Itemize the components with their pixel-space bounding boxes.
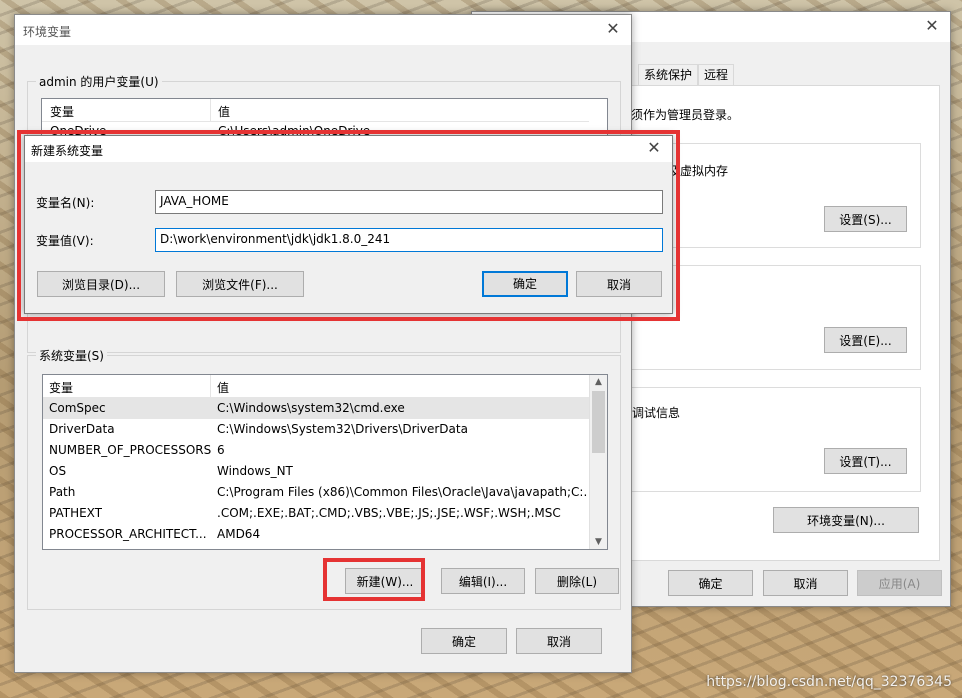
- column-name-header[interactable]: 变量: [49, 379, 73, 396]
- admin-note: 须作为管理员登录。: [631, 108, 740, 122]
- var-name: PROCESSOR_ARCHITECT...: [49, 527, 207, 541]
- var-name: ComSpec: [49, 401, 106, 415]
- ok-button[interactable]: 确定: [421, 628, 507, 654]
- column-value-header[interactable]: 值: [217, 379, 229, 396]
- column-name-header[interactable]: 变量: [50, 103, 74, 120]
- user-profiles-settings-button[interactable]: 设置(E)...: [824, 327, 907, 353]
- var-name: Path: [49, 485, 76, 499]
- apply-button[interactable]: 应用(A): [857, 570, 942, 596]
- column-value-header[interactable]: 值: [218, 103, 230, 120]
- tab-remote[interactable]: 远程: [698, 64, 735, 87]
- var-value: C:\Windows\System32\Drivers\DriverData: [217, 422, 468, 436]
- environment-variables-window: 环境变量 ✕ admin 的用户变量(U) 变量 值 OneDrive C:\U…: [14, 14, 632, 673]
- table-row[interactable]: DriverData C:\Windows\System32\Drivers\D…: [43, 419, 589, 440]
- performance-settings-button[interactable]: 设置(S)...: [824, 206, 907, 232]
- cancel-button[interactable]: 取消: [763, 570, 848, 596]
- column-divider: [210, 99, 211, 121]
- var-value: Windows_NT: [217, 464, 293, 478]
- var-value: AMD64: [217, 527, 261, 541]
- user-variables-label: admin 的用户变量(U): [36, 73, 162, 90]
- var-value: C:\Windows\system32\cmd.exe: [217, 401, 405, 415]
- system-variables-label: 系统变量(S): [36, 347, 107, 364]
- var-name: NUMBER_OF_PROCESSORS: [49, 443, 212, 457]
- table-row[interactable]: OS Windows_NT: [43, 461, 589, 482]
- close-icon[interactable]: ✕: [603, 19, 623, 39]
- scroll-down-icon[interactable]: ▼: [590, 535, 607, 549]
- scroll-up-icon[interactable]: ▲: [590, 375, 607, 389]
- cancel-button[interactable]: 取消: [516, 628, 602, 654]
- close-icon[interactable]: ✕: [922, 16, 942, 36]
- scroll-thumb[interactable]: [592, 391, 605, 453]
- column-divider: [210, 375, 211, 397]
- var-name: OS: [49, 464, 67, 478]
- var-name: DriverData: [49, 422, 115, 436]
- new-button-highlight: [323, 558, 425, 601]
- table-row[interactable]: PROCESSOR_ARCHITECT... AMD64: [43, 524, 589, 545]
- table-row[interactable]: PATHEXT .COM;.EXE;.BAT;.CMD;.VBS;.VBE;.J…: [43, 503, 589, 524]
- watermark: https://blog.csdn.net/qq_32376345: [706, 674, 952, 690]
- list-header: 变量 值: [42, 99, 589, 122]
- delete-variable-button[interactable]: 删除(L): [535, 568, 619, 594]
- var-value: C:\Program Files (x86)\Common Files\Orac…: [217, 485, 587, 499]
- ok-button[interactable]: 确定: [668, 570, 753, 596]
- var-value: .COM;.EXE;.BAT;.CMD;.VBS;.VBE;.JS;.JSE;.…: [217, 506, 561, 520]
- debug-text: 调试信息: [632, 406, 681, 420]
- startup-settings-button[interactable]: 设置(T)...: [824, 448, 907, 474]
- var-value: 6: [217, 443, 225, 457]
- vertical-scrollbar[interactable]: ▲ ▼: [589, 375, 607, 549]
- titlebar: 环境变量 ✕: [15, 15, 631, 45]
- tab-system-protection[interactable]: 系统保护: [638, 64, 699, 87]
- window-title: 环境变量: [23, 25, 72, 39]
- list-header: 变量 值: [43, 375, 589, 398]
- table-row[interactable]: NUMBER_OF_PROCESSORS 6: [43, 440, 589, 461]
- edit-variable-button[interactable]: 编辑(I)...: [441, 568, 525, 594]
- table-row[interactable]: Path C:\Program Files (x86)\Common Files…: [43, 482, 589, 503]
- table-row[interactable]: ComSpec C:\Windows\system32\cmd.exe: [43, 398, 589, 419]
- startup-recovery-group: 调试信息: [603, 387, 921, 492]
- system-variables-list[interactable]: 变量 值 ComSpec C:\Windows\system32\cmd.exe…: [42, 374, 608, 550]
- dialog-highlight: [17, 130, 680, 321]
- environment-variables-button[interactable]: 环境变量(N)...: [773, 507, 919, 533]
- var-name: PATHEXT: [49, 506, 103, 520]
